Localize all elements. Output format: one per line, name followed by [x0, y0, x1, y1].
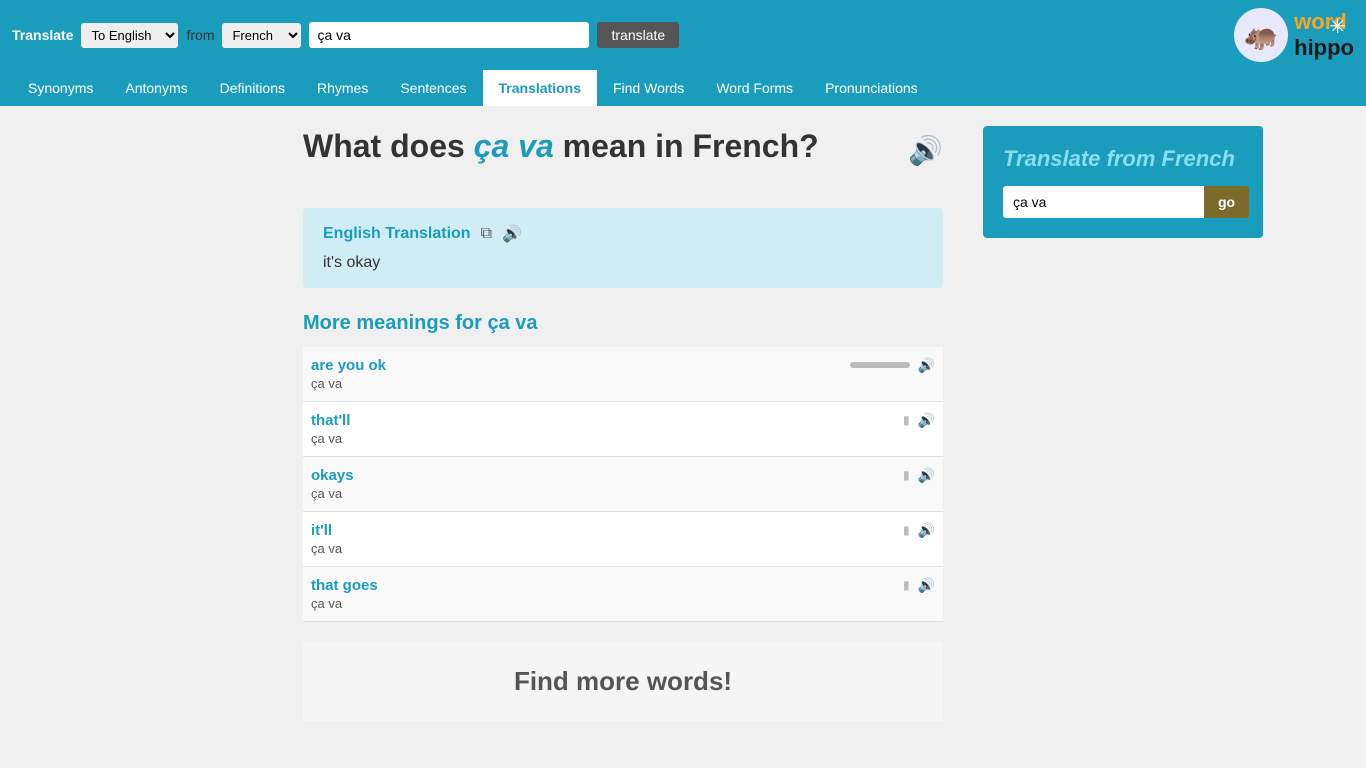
meaning-row-inner: are you ok 🔊 — [303, 357, 943, 374]
meaning-row-inner: that'll ▮ 🔊 — [303, 412, 943, 429]
nav-antonyms[interactable]: Antonyms — [109, 70, 203, 106]
nav-bar: Synonyms Antonyms Definitions Rhymes Sen… — [0, 70, 1366, 106]
page-title: What does ça va mean in French? — [303, 126, 819, 168]
nav-synonyms[interactable]: Synonyms — [12, 70, 109, 106]
translation-header: English Translation ⧉ 🔊 — [323, 224, 923, 244]
meaning-original: ça va — [303, 539, 943, 556]
language-select[interactable]: French Spanish German Italian — [222, 23, 301, 48]
translation-box: English Translation ⧉ 🔊 it's okay — [303, 208, 943, 288]
meaning-speaker-icon[interactable]: 🔊 — [918, 467, 935, 484]
nav-sentences[interactable]: Sentences — [384, 70, 482, 106]
meaning-speaker-icon[interactable]: 🔊 — [918, 522, 935, 539]
meaning-icons: ▮ 🔊 — [903, 522, 935, 539]
nav-definitions[interactable]: Definitions — [204, 70, 301, 106]
meaning-speaker-icon[interactable]: 🔊 — [918, 357, 935, 374]
meaning-original: ça va — [303, 594, 943, 611]
translate-button[interactable]: translate — [597, 22, 679, 48]
nav-rhymes[interactable]: Rhymes — [301, 70, 384, 106]
meaning-word[interactable]: it'll — [311, 522, 332, 539]
from-label: from — [186, 27, 214, 43]
volume-icon: ▮ — [903, 468, 910, 482]
meaning-original: ça va — [303, 374, 943, 391]
search-input[interactable] — [309, 22, 589, 48]
nav-word-forms[interactable]: Word Forms — [700, 70, 809, 106]
asterisk-icon: ✳ — [1329, 14, 1346, 39]
meaning-original: ça va — [303, 429, 943, 446]
direction-select[interactable]: To English To French To Spanish To Germa… — [81, 23, 178, 48]
sidebar-search-input[interactable] — [1003, 186, 1204, 218]
meaning-row: are you ok 🔊 ça va — [303, 347, 943, 402]
nav-translations[interactable]: Translations — [483, 70, 597, 106]
volume-bar — [850, 362, 910, 368]
meaning-word[interactable]: that goes — [311, 577, 378, 594]
meaning-row-inner: that goes ▮ 🔊 — [303, 577, 943, 594]
meaning-word[interactable]: okays — [311, 467, 354, 484]
meaning-row: it'll ▮ 🔊 ça va — [303, 512, 943, 567]
translation-speaker-icon[interactable]: 🔊 — [502, 224, 522, 244]
volume-icon: ▮ — [903, 523, 910, 537]
meaning-original: ça va — [303, 484, 943, 501]
meaning-icons: ▮ 🔊 — [903, 412, 935, 429]
meaning-icons: 🔊 — [850, 357, 935, 374]
meaning-word[interactable]: are you ok — [311, 357, 386, 374]
meaning-icons: ▮ 🔊 — [903, 467, 935, 484]
meaning-icons: ▮ 🔊 — [903, 577, 935, 594]
sidebar-translate-box: Translate from French go — [983, 126, 1263, 238]
find-more-title: Find more words! — [327, 666, 919, 697]
nav-pronunciations[interactable]: Pronunciations — [809, 70, 934, 106]
more-meanings-section: More meanings for ça va are you ok 🔊 ça … — [303, 312, 943, 622]
right-sidebar: Translate from French go — [963, 126, 1263, 721]
volume-icon: ▮ — [903, 578, 910, 592]
title-row: What does ça va mean in French? 🔊 — [303, 126, 943, 188]
sidebar-go-button[interactable]: go — [1204, 186, 1249, 218]
translation-label: English Translation — [323, 225, 471, 243]
title-prefix: What does — [303, 128, 474, 164]
title-word: ça va — [474, 128, 554, 164]
sidebar-translate-title: Translate from French — [1003, 146, 1243, 172]
copy-icon[interactable]: ⧉ — [481, 225, 492, 243]
meaning-row-inner: it'll ▮ 🔊 — [303, 522, 943, 539]
translate-label: Translate — [12, 27, 73, 43]
left-spacer — [83, 126, 283, 721]
volume-icon: ▮ — [903, 413, 910, 427]
translation-value: it's okay — [323, 254, 923, 272]
meaning-row: that goes ▮ 🔊 ça va — [303, 567, 943, 622]
meaning-speaker-icon[interactable]: 🔊 — [918, 577, 935, 594]
main-speaker-icon[interactable]: 🔊 — [908, 134, 943, 167]
main-layout: What does ça va mean in French? 🔊 Englis… — [83, 106, 1283, 741]
logo-hippo-icon: 🦛 — [1234, 8, 1288, 62]
meaning-row-inner: okays ▮ 🔊 — [303, 467, 943, 484]
sidebar-input-row: go — [1003, 186, 1243, 218]
title-suffix: mean in French? — [554, 128, 819, 164]
more-meanings-title: More meanings for ça va — [303, 312, 943, 335]
meaning-row: okays ▮ 🔊 ça va — [303, 457, 943, 512]
meaning-word[interactable]: that'll — [311, 412, 350, 429]
nav-find-words[interactable]: Find Words — [597, 70, 700, 106]
find-more-section: Find more words! — [303, 642, 943, 721]
meaning-row: that'll ▮ 🔊 ça va — [303, 402, 943, 457]
top-bar: Translate To English To French To Spanis… — [0, 0, 1366, 70]
meaning-speaker-icon[interactable]: 🔊 — [918, 412, 935, 429]
content-area: What does ça va mean in French? 🔊 Englis… — [283, 126, 963, 721]
